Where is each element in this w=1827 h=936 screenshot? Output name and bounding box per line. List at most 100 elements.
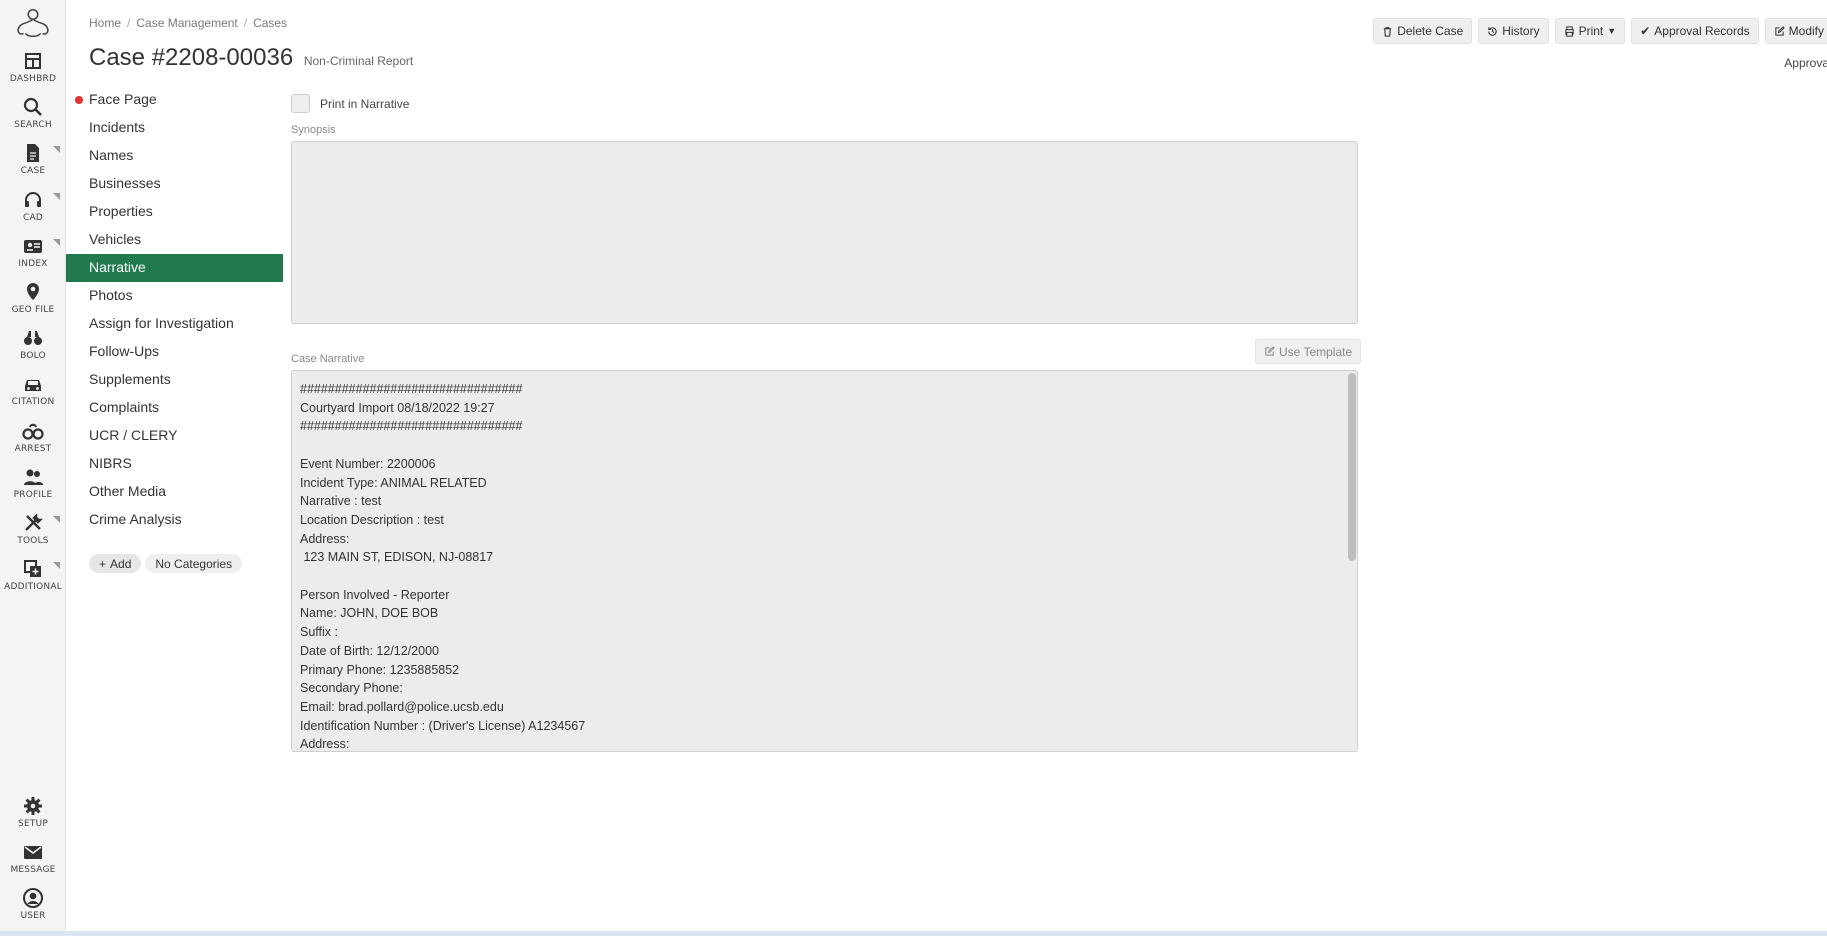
narrative-scrollbar[interactable] [1348, 373, 1356, 561]
rail-item-label: TOOLS [17, 536, 49, 546]
nav-item-label: Vehicles [89, 231, 142, 247]
rail-item-bolo[interactable]: BOLO [0, 327, 66, 371]
rail-item-label: SEARCH [14, 120, 52, 131]
nav-item-label: Incidents [89, 119, 146, 135]
rail-item-label: CITATION [11, 397, 55, 408]
nav-item-names[interactable]: Names [66, 142, 283, 170]
approval-records-button[interactable]: ✔ Approval Records [1631, 18, 1759, 44]
synopsis-textarea[interactable] [291, 141, 1358, 324]
headset-icon [25, 191, 41, 207]
nav-item-narrative[interactable]: Narrative [66, 254, 283, 282]
nav-item-crime-analysis[interactable]: Crime Analysis [66, 506, 283, 534]
action-toolbar: Delete Case History Print ▼ ✔ Approval R… [1373, 18, 1827, 44]
nav-item-label: Follow-Ups [89, 343, 160, 359]
nav-item-label: Properties [89, 203, 153, 219]
nav-item-incidents[interactable]: Incidents [66, 114, 283, 142]
nav-item-vehicles[interactable]: Vehicles [66, 226, 283, 254]
approval-records-label: Approval Records [1654, 24, 1750, 38]
rail-item-label: PROFILE [13, 489, 53, 500]
breadcrumb-cases[interactable]: Cases [253, 16, 287, 30]
rail-item-label: CASE [20, 166, 46, 177]
rail-item-label: CAD [23, 212, 43, 223]
nav-item-assign-for-investigation[interactable]: Assign for Investigation [66, 310, 283, 338]
submenu-indicator-icon [53, 516, 60, 523]
breadcrumb-case-management[interactable]: Case Management [136, 16, 237, 30]
rail-item-label: ADDITIONAL [4, 582, 62, 593]
nav-item-label: NIBRS [89, 455, 132, 471]
print-button[interactable]: Print ▼ [1554, 18, 1626, 44]
history-button[interactable]: History [1478, 18, 1549, 44]
nav-item-label: Assign for Investigation [89, 315, 234, 331]
rail-item-case[interactable]: CASE [0, 142, 66, 186]
nav-item-nibrs[interactable]: NIBRS [66, 450, 283, 478]
edit-icon [1265, 346, 1275, 356]
delete-case-button[interactable]: Delete Case [1373, 18, 1473, 44]
gear-icon [24, 797, 42, 815]
nav-item-supplements[interactable]: Supplements [66, 366, 283, 394]
envelope-icon [24, 846, 42, 859]
printer-icon [1564, 25, 1574, 37]
case-narrative-text: ################################ Courtya… [300, 382, 586, 752]
use-template-button[interactable]: Use Template [1255, 339, 1362, 364]
nav-item-label: Face Page [89, 91, 157, 107]
modify-label: Modify [1788, 24, 1824, 38]
rail-item-geo-file[interactable]: GEO FILE [0, 281, 66, 325]
rail-item-label: MESSAGE [10, 865, 56, 875]
case-number: Case #2208-00036 [89, 44, 294, 71]
rail-item-label: INDEX [18, 258, 48, 269]
rail-item-citation[interactable]: CITATION [0, 373, 66, 417]
plus-icon: + [99, 556, 107, 571]
rail-item-cad[interactable]: CAD [0, 189, 66, 233]
nav-item-face-page[interactable]: Face Page [66, 86, 283, 114]
modify-button[interactable]: Modify [1764, 18, 1827, 44]
nav-item-label: Supplements [89, 371, 171, 387]
rail-item-user[interactable]: USER [0, 887, 66, 931]
case-section-nav: Face Page Incidents Names Businesses Propert… [66, 86, 283, 534]
plus-square-icon [24, 560, 41, 578]
case-narrative-textarea[interactable]: ################################ Courtya… [291, 370, 1358, 752]
nav-item-label: Other Media [89, 483, 167, 499]
rail-item-setup[interactable]: SETUP [0, 795, 66, 839]
rail-item-additional[interactable]: ADDITIONAL [0, 558, 66, 602]
breadcrumb-home[interactable]: Home [89, 16, 121, 30]
nav-item-follow-ups[interactable]: Follow-Ups [66, 338, 283, 366]
print-in-narrative-checkbox[interactable] [291, 94, 310, 113]
search-icon [23, 98, 42, 117]
rail-item-profile[interactable]: PROFILE [0, 466, 66, 510]
nav-item-ucr-clery[interactable]: UCR / CLERY [66, 422, 283, 450]
case-type: Non-Criminal Report [303, 54, 414, 68]
nav-item-other-media[interactable]: Other Media [66, 478, 283, 506]
add-category-button[interactable]: + Add [89, 554, 142, 573]
rail-item-tools[interactable]: TOOLS [0, 512, 66, 556]
app-logo-icon[interactable] [14, 6, 52, 40]
nav-item-complaints[interactable]: Complaints [66, 394, 283, 422]
use-template-label: Use Template [1279, 344, 1353, 359]
trash-icon [1384, 26, 1392, 37]
rail-item-index[interactable]: INDEX [0, 235, 66, 279]
document-icon [27, 144, 39, 163]
nav-item-businesses[interactable]: Businesses [66, 170, 283, 198]
submenu-indicator-icon [53, 238, 60, 246]
window-bottom-bar [0, 931, 1827, 936]
rail-item-label: DASHBRD [9, 74, 57, 84]
page-title: Case #2208-00036 Non-Criminal Report [89, 44, 413, 72]
submenu-indicator-icon [53, 192, 60, 200]
nav-item-label: Complaints [89, 399, 160, 415]
rail-item-arrest[interactable]: ARREST [0, 420, 66, 464]
add-category-label: Add [110, 556, 132, 571]
user-circle-icon [23, 888, 43, 908]
rail-item-label: ARREST [14, 443, 52, 454]
nav-item-label: Photos [89, 287, 133, 303]
rail-item-search[interactable]: SEARCH [0, 96, 66, 140]
handcuffs-icon [22, 423, 44, 440]
edit-icon [1774, 25, 1785, 36]
rail-item-message[interactable]: MESSAGE [0, 841, 66, 885]
people-icon [24, 469, 43, 485]
nav-item-label: Crime Analysis [89, 511, 182, 527]
dashboard-icon [25, 53, 41, 69]
rail-item-dashbrd[interactable]: DASHBRD [0, 50, 66, 94]
print-in-narrative-row: Print in Narrative [291, 94, 409, 113]
nav-item-photos[interactable]: Photos [66, 282, 283, 310]
categories-badge[interactable]: No Categories [145, 554, 243, 573]
nav-item-properties[interactable]: Properties [66, 198, 283, 226]
